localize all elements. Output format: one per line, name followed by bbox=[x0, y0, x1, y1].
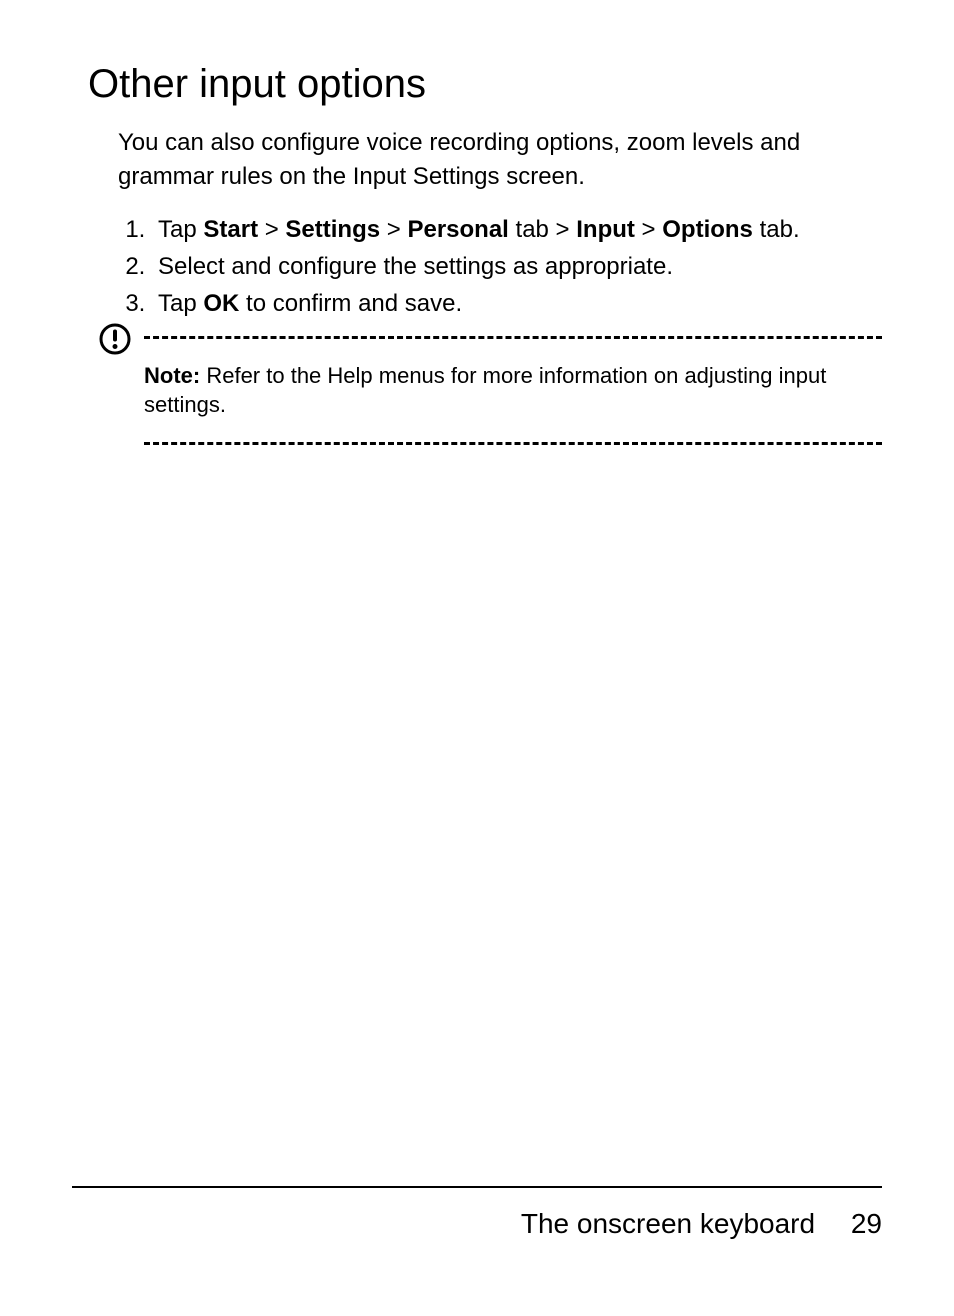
footer-rule bbox=[72, 1186, 882, 1188]
step-1-bold-settings: Settings bbox=[285, 216, 380, 243]
footer-page-number: 29 bbox=[851, 1208, 882, 1239]
step-1-text-4: tab > bbox=[509, 216, 576, 243]
document-page: Other input options You can also configu… bbox=[0, 0, 954, 1316]
step-1-text-6: tab. bbox=[753, 216, 800, 243]
page-heading: Other input options bbox=[88, 60, 882, 108]
step-3-bold-ok: OK bbox=[203, 290, 239, 317]
note-text: Refer to the Help menus for more informa… bbox=[144, 363, 826, 418]
note-paragraph: Note: Refer to the Help menus for more i… bbox=[144, 361, 882, 420]
alert-icon bbox=[98, 322, 132, 356]
footer-section-name: The onscreen keyboard bbox=[521, 1208, 815, 1239]
step-1-text-3: > bbox=[380, 216, 407, 243]
note-block: Note: Refer to the Help menus for more i… bbox=[98, 336, 882, 445]
note-label: Note: bbox=[144, 363, 200, 388]
step-1-bold-input: Input bbox=[576, 216, 635, 243]
note-divider-bottom bbox=[144, 442, 882, 445]
step-3-text-2: to confirm and save. bbox=[239, 290, 462, 317]
step-3-text-1: Tap bbox=[158, 290, 203, 317]
step-2: Select and configure the settings as app… bbox=[152, 250, 882, 285]
step-3: Tap OK to confirm and save. bbox=[152, 287, 882, 322]
step-1-text-5: > bbox=[635, 216, 662, 243]
step-1-text-1: Tap bbox=[158, 216, 203, 243]
step-1-text-2: > bbox=[258, 216, 285, 243]
page-footer: The onscreen keyboard 29 bbox=[72, 1186, 882, 1240]
note-divider-top bbox=[144, 336, 882, 339]
step-list: Tap Start > Settings > Personal tab > In… bbox=[118, 213, 882, 321]
step-1-bold-personal: Personal bbox=[407, 216, 508, 243]
step-1-bold-options: Options bbox=[662, 216, 753, 243]
intro-paragraph: You can also configure voice recording o… bbox=[118, 126, 882, 193]
step-1: Tap Start > Settings > Personal tab > In… bbox=[152, 213, 882, 248]
step-1-bold-start: Start bbox=[203, 216, 258, 243]
